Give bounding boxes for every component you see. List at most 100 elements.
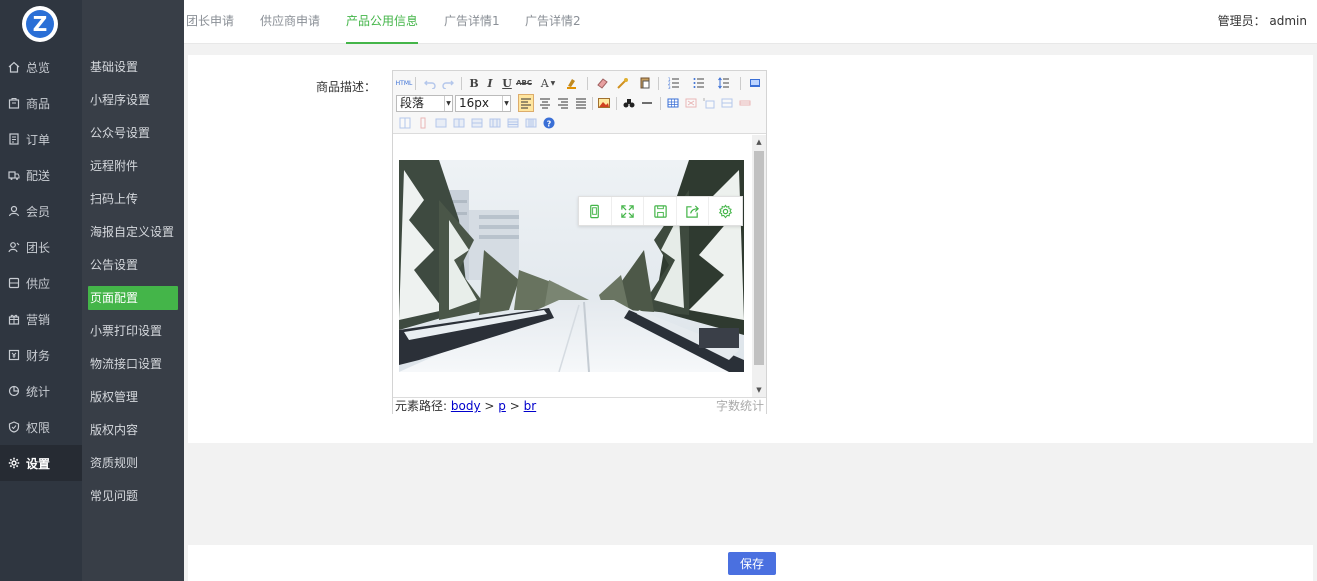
snowy-street-image[interactable] [399,160,744,372]
toolbar-divider [415,77,416,90]
editor-content-area[interactable]: ▲ ▼ [393,135,766,397]
main-sidebar: Z 总览 商品 订单 配送会员团长供应营销财务 统计 权限 设置 [0,0,82,581]
undo-icon[interactable] [423,76,437,90]
italic-icon[interactable]: I [483,76,497,90]
sub-nav-item[interactable]: 资质规则 [88,451,178,475]
main-nav-item[interactable]: 会员 [0,193,82,229]
redo-icon[interactable] [441,76,455,90]
unordered-list-icon[interactable] [689,76,709,90]
main-nav-item[interactable]: 营销 [0,301,82,337]
delete-column-icon[interactable] [416,116,430,130]
main-nav-item[interactable]: 权限 [0,409,82,445]
header-tab[interactable]: 团长申请 [186,0,234,44]
sub-nav-item[interactable]: 公众号设置 [88,121,178,145]
align-right-icon[interactable] [556,96,570,110]
line-height-icon[interactable] [714,76,734,90]
split-cols-icon[interactable] [524,116,538,130]
sub-nav-item[interactable]: 海报自定义设置 [88,220,178,244]
app-logo[interactable]: Z [22,6,58,42]
paragraph-select[interactable]: 段落 ▼ [396,95,453,112]
insert-table-icon[interactable] [666,96,680,110]
path-link-body[interactable]: body [451,399,481,413]
fullscreen-icon[interactable] [748,76,762,90]
font-color-icon[interactable]: A ▼ [538,76,558,90]
element-path-label: 元素路径: [395,399,448,413]
search-replace-icon[interactable] [622,96,636,110]
sub-nav-item[interactable]: 小程序设置 [88,88,178,112]
editor-scrollbar[interactable]: ▲ ▼ [752,135,766,397]
merge-down-icon[interactable] [470,116,484,130]
format-brush-icon[interactable] [613,76,633,90]
scroll-thumb[interactable] [754,151,764,365]
merge-cells-icon[interactable] [434,116,448,130]
main-nav-item[interactable]: 财务 [0,337,82,373]
sub-nav-item[interactable]: 物流接口设置 [88,352,178,376]
align-justify-icon[interactable] [574,96,588,110]
header-tab[interactable]: 产品公用信息 [346,0,419,44]
split-cells-icon[interactable] [488,116,502,130]
align-left-icon[interactable] [518,94,534,112]
share-icon[interactable] [677,197,710,225]
strikethrough-icon[interactable]: ABC [516,76,532,90]
sub-nav-item[interactable]: 常见问题 [88,484,178,508]
save-icon[interactable] [644,197,677,225]
underline-icon[interactable]: U [500,76,514,90]
supply-icon [8,277,20,289]
horizontal-rule-icon[interactable] [640,96,654,110]
html-source-button[interactable]: HTML [396,76,413,90]
toolbar-divider [592,97,593,110]
main-nav-item[interactable]: 统计 [0,373,82,409]
highlight-color-icon[interactable] [562,76,582,90]
path-link-p[interactable]: p [498,399,506,413]
bold-icon[interactable]: B [467,76,481,90]
mobile-preview-icon[interactable] [579,197,612,225]
delete-row-icon[interactable] [738,96,752,110]
sub-nav-item[interactable]: 扫码上传 [88,187,178,211]
font-size-select[interactable]: 16px ▼ [455,95,511,112]
main-nav-label: 团长 [26,240,51,255]
sub-nav-item[interactable]: 版权管理 [88,385,178,409]
main-nav-item[interactable]: 供应 [0,265,82,301]
paste-plain-icon[interactable] [638,76,652,90]
eraser-icon[interactable] [595,76,609,90]
main-nav-label: 会员 [26,204,51,219]
member-icon [8,205,20,217]
insert-paragraph-before-table-icon[interactable] [702,96,716,110]
main-nav-item[interactable]: 总览 [0,49,82,85]
finance-icon [8,349,20,361]
header-tab[interactable]: 广告详情1 [444,0,500,44]
word-count: 字数统计 [715,399,764,413]
insert-row-icon[interactable] [720,96,734,110]
ordered-list-icon[interactable]: 123 [664,76,684,90]
sub-nav-item[interactable]: 基础设置 [88,55,178,79]
main-nav-item[interactable]: 设置 [0,445,82,481]
rich-text-editor: HTML B I U ABC A ▼ 123 段落 ▼ 16px ▼ ? ▲ ▼… [392,70,767,414]
split-rows-icon[interactable] [506,116,520,130]
settings-icon[interactable] [709,197,742,225]
main-nav-label: 营销 [26,312,51,327]
main-nav-item[interactable]: 团长 [0,229,82,265]
insert-image-icon[interactable] [597,96,611,110]
save-button[interactable]: 保存 [728,552,776,575]
main-nav-item[interactable]: 订单 [0,121,82,157]
sub-nav-item[interactable]: 页面配置 [88,286,178,310]
align-center-icon[interactable] [538,96,552,110]
sub-nav-item[interactable]: 版权内容 [88,418,178,442]
toolbar-divider [587,77,588,90]
insert-column-icon[interactable] [398,116,412,130]
sub-nav-item[interactable]: 公告设置 [88,253,178,277]
main-nav-item[interactable]: 配送 [0,157,82,193]
sub-nav-item[interactable]: 小票打印设置 [88,319,178,343]
header-tab[interactable]: 广告详情2 [525,0,581,44]
expand-icon[interactable] [612,197,645,225]
help-icon[interactable]: ? [542,116,556,130]
delete-table-icon[interactable] [684,96,698,110]
merge-right-icon[interactable] [452,116,466,130]
content-card: 商品描述： HTML B I U ABC A ▼ 123 段落 ▼ 16px ▼… [188,55,1313,443]
header-tab[interactable]: 供应商申请 [260,0,320,44]
main-nav-item[interactable]: 商品 [0,85,82,121]
sub-nav-item[interactable]: 远程附件 [88,154,178,178]
scroll-down-arrow-icon[interactable]: ▼ [752,383,766,397]
path-link-br[interactable]: br [524,399,537,413]
scroll-up-arrow-icon[interactable]: ▲ [752,135,766,149]
